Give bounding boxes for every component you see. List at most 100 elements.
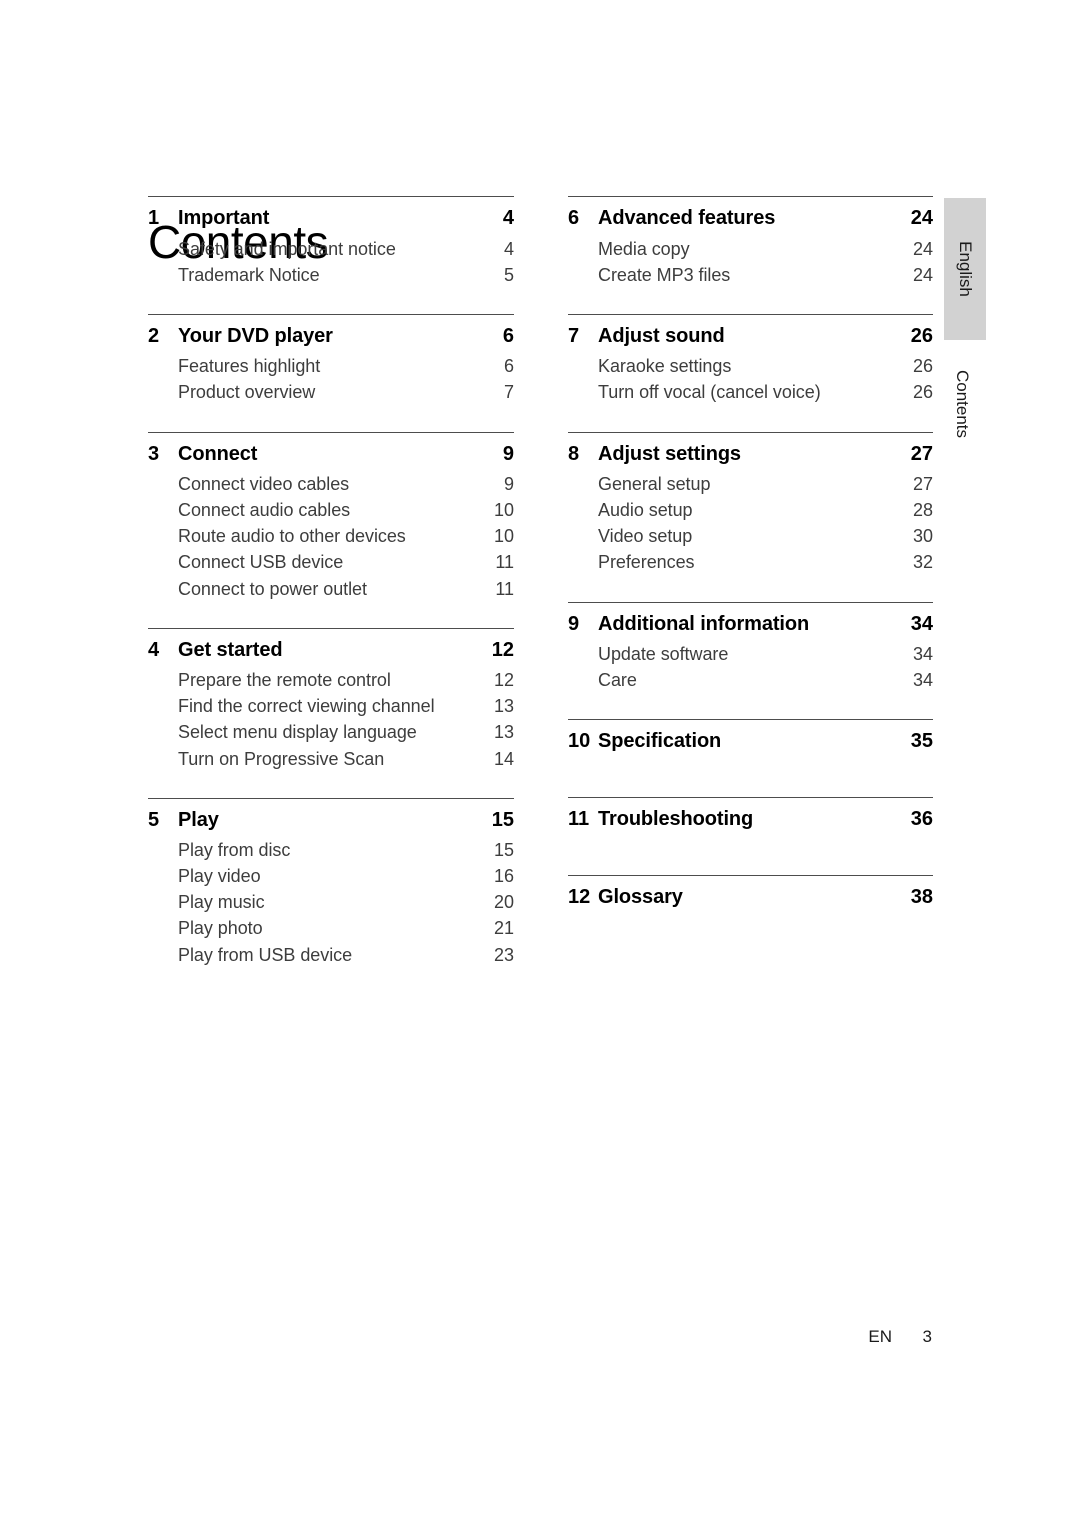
subsection-page-number: 27 xyxy=(912,474,933,495)
page-footer: EN 3 xyxy=(700,1327,932,1347)
toc-subsection[interactable]: Play from USB device 23 xyxy=(148,942,514,968)
section-number: 11 xyxy=(568,807,590,830)
toc-subsection[interactable]: Play music 20 xyxy=(148,889,514,915)
footer-page-number: 3 xyxy=(922,1327,932,1346)
toc-heading-3[interactable]: 3 Connect 9 xyxy=(148,440,514,471)
toc-subsection[interactable]: Care 34 xyxy=(568,667,933,693)
section-page-number: 24 xyxy=(910,207,933,229)
toc-section: 2 Your DVD player 6 Features highlight 6 Prod… xyxy=(148,313,514,406)
subsection-page-number: 28 xyxy=(912,500,933,521)
toc-subsection[interactable]: Play video 16 xyxy=(148,863,514,889)
toc-subsection[interactable]: Update software 34 xyxy=(568,641,933,667)
section-number: 12 xyxy=(568,885,591,908)
section-divider xyxy=(568,601,933,603)
toc-subsection[interactable]: Video setup 30 xyxy=(568,523,933,549)
subsection-title: Play music xyxy=(178,892,265,913)
section-number: 1 xyxy=(148,207,160,229)
section-number: 7 xyxy=(568,324,580,347)
toc-heading-1[interactable]: 1 Important 4 xyxy=(148,204,514,235)
toc-subsection[interactable]: Play photo 21 xyxy=(148,915,514,941)
toc-subsection[interactable]: General setup 27 xyxy=(568,471,933,497)
toc-heading-7[interactable]: 7 Adjust sound 26 xyxy=(568,322,933,353)
section-divider xyxy=(568,313,933,315)
toc-subsection[interactable]: Safety and important notice 4 xyxy=(148,236,514,262)
toc-section: 6 Advanced features 24 Media copy 24 Create M… xyxy=(568,196,933,288)
toc-subsection[interactable]: Connect to power outlet 11 xyxy=(148,576,514,602)
subsection-page-number: 26 xyxy=(912,356,933,377)
toc-subsection[interactable]: Audio setup 28 xyxy=(568,497,933,523)
subsection-page-number: 26 xyxy=(912,382,933,403)
section-page-number: 35 xyxy=(910,730,933,753)
toc-heading-2[interactable]: 2 Your DVD player 6 xyxy=(148,322,514,353)
subsection-list: Connect video cables 9 Connect audio cable… xyxy=(148,471,514,601)
section-title: Connect xyxy=(178,442,258,465)
toc-heading-12[interactable]: 12 Glossary 38 xyxy=(568,883,933,925)
toc-subsection[interactable]: Trademark Notice 5 xyxy=(148,262,514,288)
toc-heading-6[interactable]: 6 Advanced features 24 xyxy=(568,204,933,235)
toc-subsection[interactable]: Create MP3 files 24 xyxy=(568,262,933,288)
subsection-title: Update software xyxy=(598,644,729,665)
subsection-list: Safety and important notice 4 Trademark No… xyxy=(148,236,514,288)
toc-subsection[interactable]: Turn on Progressive Scan 14 xyxy=(148,746,514,772)
toc-section: 11 Troubleshooting 36 xyxy=(568,796,933,847)
toc-subsection[interactable]: Karaoke settings 26 xyxy=(568,353,933,379)
subsection-title: Create MP3 files xyxy=(598,264,731,285)
subsection-page-number: 5 xyxy=(503,264,514,285)
toc-subsection[interactable]: Select menu display language 13 xyxy=(148,719,514,745)
section-page-number: 6 xyxy=(502,324,514,347)
subsection-list: Karaoke settings 26 Turn off vocal (cancel… xyxy=(568,353,933,405)
subsection-page-number: 7 xyxy=(503,382,514,403)
section-title: Adjust sound xyxy=(598,324,725,347)
subsection-title: Find the correct viewing channel xyxy=(178,696,435,717)
subsection-title: Connect USB device xyxy=(178,552,344,573)
subsection-page-number: 9 xyxy=(503,474,514,495)
toc-section: 1 Important 4 Safety and important notice 4 T… xyxy=(148,196,514,288)
toc-heading-11[interactable]: 11 Troubleshooting 36 xyxy=(568,805,933,847)
toc-section: 4 Get started 12 Prepare the remote control… xyxy=(148,627,514,772)
toc-heading-9[interactable]: 9 Additional information 34 xyxy=(568,610,933,641)
toc-heading-5[interactable]: 5 Play 15 xyxy=(148,806,514,837)
section-page-number: 12 xyxy=(491,638,514,661)
section-number: 3 xyxy=(148,442,160,465)
section-margin-label: Contents xyxy=(953,369,972,439)
toc-subsection[interactable]: Prepare the remote control 12 xyxy=(148,667,514,693)
subsection-title: Connect audio cables xyxy=(178,500,351,521)
subsection-page-number: 11 xyxy=(495,578,514,599)
subsection-list: General setup 27 Audio setup 28 Video setup 3… xyxy=(568,471,933,575)
subsection-title: Features highlight xyxy=(178,356,321,377)
toc-subsection[interactable]: Features highlight 6 xyxy=(148,353,514,379)
toc-subsection[interactable]: Connect USB device 11 xyxy=(148,549,514,575)
section-number: 2 xyxy=(148,324,160,347)
toc-page: Contents 1 Important 4 Safety and important… xyxy=(0,0,1080,1524)
toc-subsection[interactable]: Route audio to other devices 10 xyxy=(148,523,514,549)
toc-heading-8[interactable]: 8 Adjust settings 27 xyxy=(568,440,933,471)
section-title: Glossary xyxy=(598,885,683,908)
subsection-title: Preferences xyxy=(598,552,695,573)
toc-subsection[interactable]: Turn off vocal (cancel voice) 26 xyxy=(568,379,933,405)
toc-subsection[interactable]: Connect audio cables 10 xyxy=(148,497,514,523)
subsection-title: Care xyxy=(598,670,637,691)
section-title: Get started xyxy=(178,638,283,661)
subsection-title: Karaoke settings xyxy=(598,356,732,377)
toc-section: 3 Connect 9 Connect video cables 9 Connect au… xyxy=(148,431,514,602)
subsection-page-number: 10 xyxy=(493,500,514,521)
section-number: 10 xyxy=(568,730,591,753)
toc-subsection[interactable]: Connect video cables 9 xyxy=(148,471,514,497)
toc-subsection[interactable]: Play from disc 15 xyxy=(148,837,514,863)
subsection-title: Trademark Notice xyxy=(178,264,320,285)
toc-subsection[interactable]: Find the correct viewing channel 13 xyxy=(148,693,514,719)
toc-subsection[interactable]: Product overview 7 xyxy=(148,379,514,405)
section-page-number: 27 xyxy=(910,442,933,465)
toc-heading-4[interactable]: 4 Get started 12 xyxy=(148,636,514,667)
subsection-page-number: 32 xyxy=(912,552,933,573)
toc-section: 12 Glossary 38 xyxy=(568,874,933,925)
toc-section: 8 Adjust settings 27 General setup 27 Audio s… xyxy=(568,431,933,576)
toc-subsection[interactable]: Preferences 32 xyxy=(568,549,933,575)
section-divider xyxy=(148,797,514,799)
subsection-title: Turn off vocal (cancel voice) xyxy=(598,382,821,403)
toc-heading-10[interactable]: 10 Specification 35 xyxy=(568,727,933,769)
subsection-title: Play from disc xyxy=(178,840,291,861)
toc-subsection[interactable]: Media copy 24 xyxy=(568,236,933,262)
section-title: Important xyxy=(178,207,270,229)
subsection-title: Play from USB device xyxy=(178,944,353,965)
